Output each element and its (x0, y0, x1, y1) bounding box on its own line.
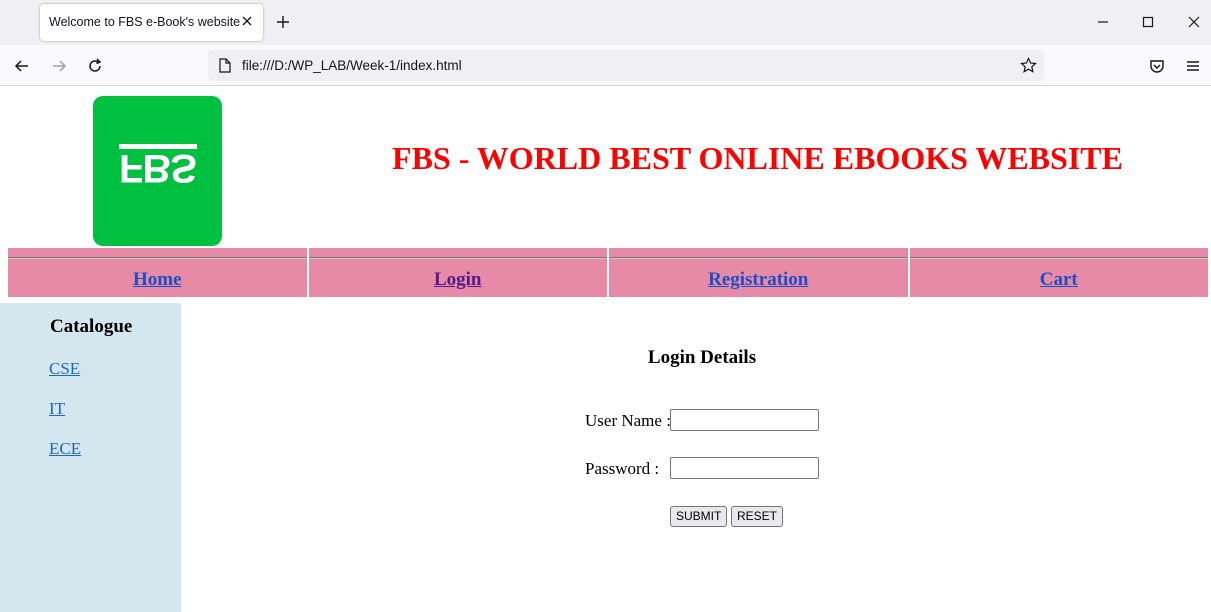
address-bar[interactable]: file:///D:/WP_LAB/Week-1/index.html (208, 50, 1044, 81)
menu-link-registration[interactable]: Registration (609, 269, 908, 291)
menu-rule (609, 257, 908, 259)
catalogue-link-ece[interactable]: ECE (49, 439, 81, 459)
menu-cell-cart: Cart (909, 247, 1209, 297)
menu-link-login[interactable]: Login (309, 269, 608, 291)
menu-cell-home: Home (8, 247, 307, 297)
password-input[interactable] (670, 457, 819, 479)
reset-button[interactable]: RESET (731, 506, 784, 527)
page-icon (219, 58, 231, 73)
password-label: Password : (585, 459, 660, 478)
menu-rule (8, 257, 307, 259)
minimize-icon[interactable] (1095, 14, 1111, 30)
new-tab-icon[interactable] (275, 14, 291, 30)
close-window-icon[interactable] (1186, 14, 1202, 30)
site-title: FBS - WORLD BEST ONLINE EBOOKS WEBSITE (392, 140, 1123, 176)
catalogue-link-it[interactable]: IT (49, 399, 65, 419)
menu-cell-login: Login (308, 247, 608, 297)
tab-strip: Welcome to FBS e-Book's website (0, 0, 1211, 45)
site-logo: FBS (93, 96, 222, 246)
username-label: User Name : (585, 411, 671, 430)
forward-arrow-icon[interactable] (50, 57, 68, 75)
browser-tab[interactable]: Welcome to FBS e-Book's website (40, 4, 263, 41)
login-heading: Login Details (647, 347, 757, 368)
menu-hamburger-icon[interactable] (1184, 57, 1202, 75)
menu-link-cart[interactable]: Cart (910, 269, 1209, 291)
main-menu: Home Login Registration Cart (8, 247, 1208, 297)
maximize-icon[interactable] (1140, 14, 1156, 30)
menu-cell-registration: Registration (609, 247, 908, 297)
catalogue-sidebar: Catalogue CSE IT ECE (0, 303, 181, 612)
bookmark-star-icon[interactable] (1020, 57, 1037, 74)
menu-rule (909, 257, 1208, 259)
menu-link-home[interactable]: Home (8, 269, 307, 291)
catalogue-link-cse[interactable]: CSE (49, 359, 80, 379)
url-text: file:///D:/WP_LAB/Week-1/index.html (242, 58, 462, 73)
close-tab-icon[interactable] (239, 13, 255, 29)
reload-icon[interactable] (86, 57, 104, 75)
catalogue-title: Catalogue (50, 316, 133, 337)
navigation-toolbar: file:///D:/WP_LAB/Week-1/index.html (0, 45, 1211, 86)
back-arrow-icon[interactable] (13, 57, 31, 75)
pocket-icon[interactable] (1148, 57, 1166, 75)
username-input[interactable] (670, 409, 819, 431)
tab-title: Welcome to FBS e-Book's website (49, 15, 241, 29)
logo-text: FBS (119, 146, 196, 190)
submit-button[interactable]: SUBMIT (670, 506, 728, 527)
menu-rule (308, 257, 607, 259)
